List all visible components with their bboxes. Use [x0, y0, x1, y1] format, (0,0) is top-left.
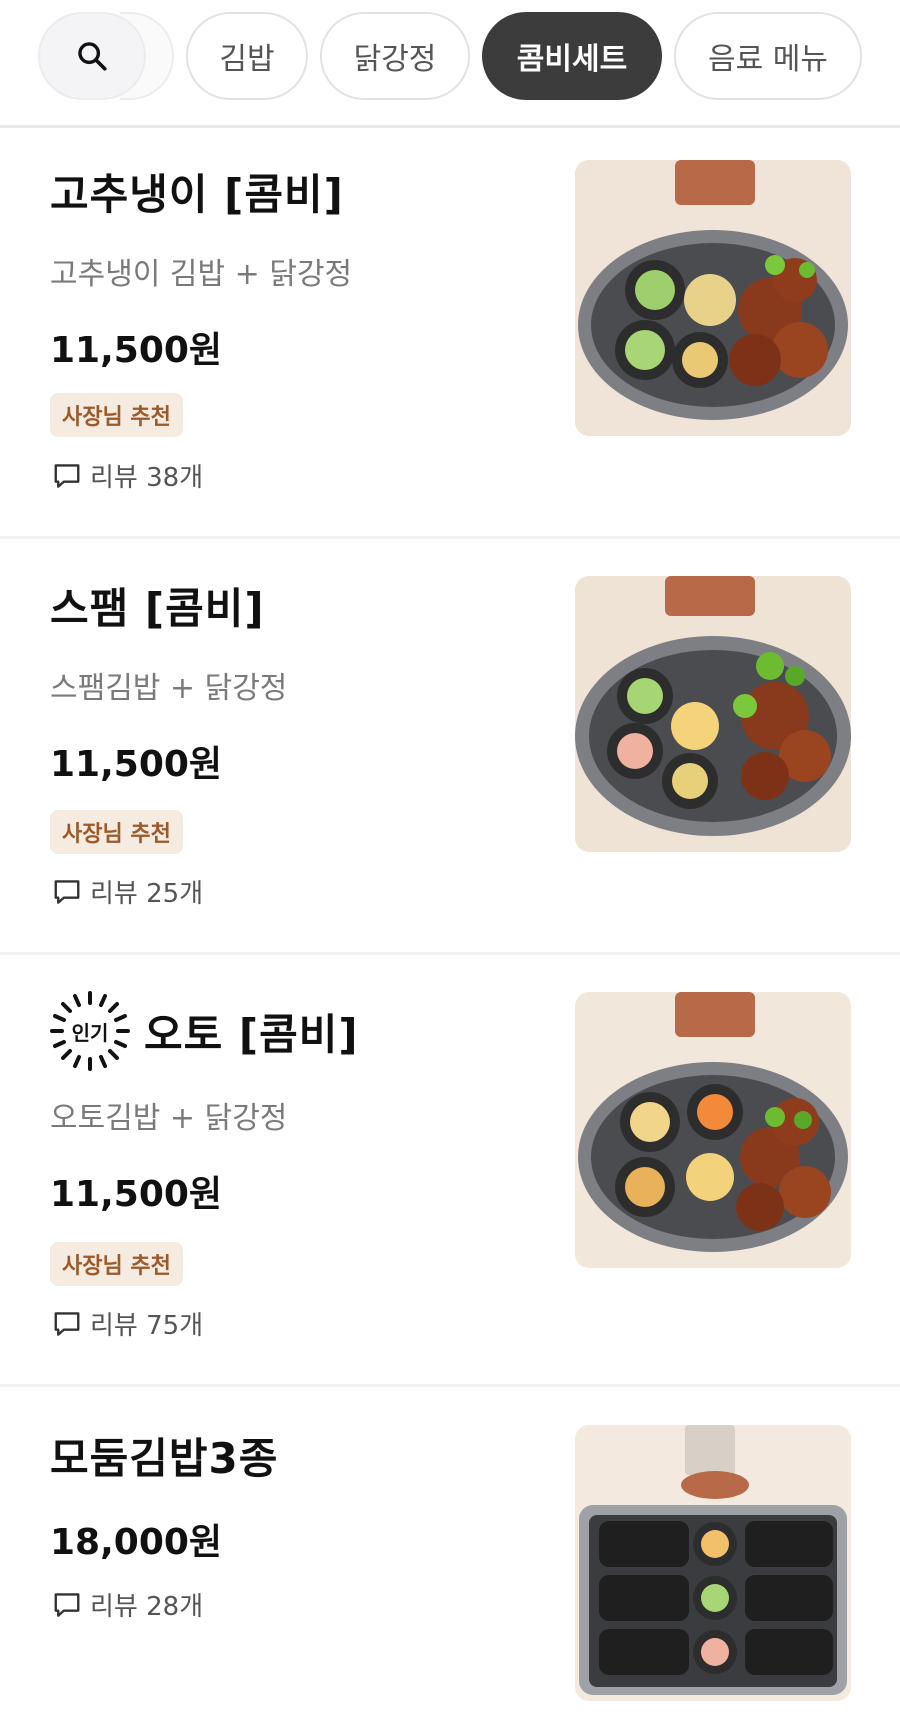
- review-count-label: 리뷰 28개: [90, 1592, 204, 1622]
- review-count-label: 리뷰 25개: [90, 879, 204, 909]
- review-count: 리뷰 75개: [52, 1305, 203, 1342]
- review-count-label: 리뷰 75개: [90, 1311, 204, 1341]
- popular-label: 인기: [71, 1020, 109, 1045]
- menu-item-photo: [575, 576, 851, 852]
- menu-item-name: 고추냉이 [콤비]: [50, 170, 344, 219]
- menu-item-description: 오토김밥 + 닭강정: [50, 1101, 288, 1136]
- menu-item-photo: [575, 992, 851, 1268]
- recommend-badge: 사장님 추천: [50, 1242, 183, 1286]
- menu-item-description: 고추냉이 김밥 + 닭강정: [50, 257, 353, 292]
- menu-item-name: 오토 [콤비]: [144, 1009, 359, 1059]
- comment-icon: [54, 1311, 80, 1336]
- popular-badge: 인기: [50, 991, 130, 1071]
- search-button[interactable]: [38, 12, 146, 100]
- tab-drinks[interactable]: 음료 메뉴: [674, 12, 862, 100]
- menu-item-photo: [575, 160, 851, 436]
- menu-item[interactable]: 모둠김밥3종 18,000원 리뷰 28개: [0, 1387, 900, 1734]
- menu-item-name: 모둠김밥3종: [50, 1434, 279, 1483]
- review-count-label: 리뷰 38개: [90, 463, 204, 493]
- menu-item-description: 스팸김밥 + 닭강정: [50, 671, 288, 706]
- comment-icon: [54, 879, 80, 904]
- tab-dakgangjeong[interactable]: 닭강정: [320, 12, 470, 100]
- review-count: 리뷰 28개: [52, 1586, 203, 1623]
- tab-kimbap[interactable]: 김밥: [186, 12, 308, 100]
- tab-combo-set[interactable]: 콤비세트: [482, 12, 662, 100]
- menu-item-name: 스팸 [콤비]: [50, 584, 265, 633]
- comment-icon: [54, 1592, 80, 1617]
- menu-item-photo: [575, 1425, 851, 1701]
- menu-item[interactable]: 고추냉이 [콤비] 고추냉이 김밥 + 닭강정 11,500원 사장님 추천 리…: [0, 131, 900, 536]
- menu-item-price: 11,500원: [50, 330, 223, 371]
- menu-item-price: 18,000원: [50, 1522, 223, 1563]
- review-count: 리뷰 38개: [52, 457, 203, 494]
- recommend-badge: 사장님 추천: [50, 393, 183, 437]
- menu-item[interactable]: 스팸 [콤비] 스팸김밥 + 닭강정 11,500원 사장님 추천 리뷰 25개: [0, 539, 900, 952]
- search-icon: [78, 42, 107, 71]
- menu-item-price: 11,500원: [50, 744, 223, 785]
- category-tab-bar: 김밥 닭강정 콤비세트 음료 메뉴: [0, 0, 900, 128]
- review-count: 리뷰 25개: [52, 873, 203, 910]
- recommend-badge: 사장님 추천: [50, 810, 183, 854]
- menu-item-price: 11,500원: [50, 1174, 223, 1215]
- comment-icon: [54, 463, 80, 488]
- menu-item[interactable]: 인기 오토 [콤비] 오토김밥 + 닭강정 11,500원 사장님 추천 리뷰 …: [0, 955, 900, 1384]
